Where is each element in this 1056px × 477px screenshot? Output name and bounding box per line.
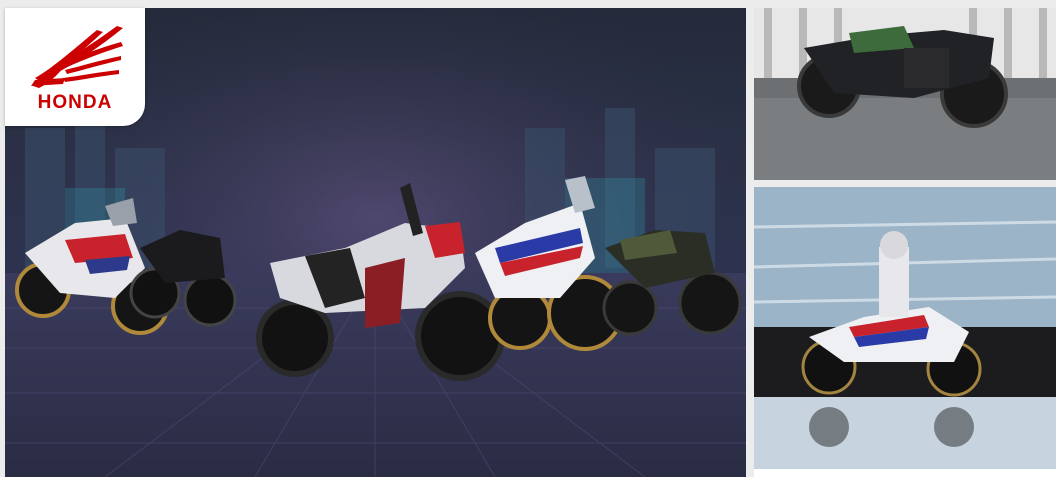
bottom-strip [754, 469, 1056, 477]
honda-logo-text: HONDA [37, 92, 113, 113]
adventure-rider-photo[interactable] [754, 187, 1056, 469]
scrambler-photo[interactable] [754, 8, 1056, 180]
honda-logo[interactable]: HONDA [5, 8, 145, 126]
rider-illustration [754, 187, 1056, 469]
scrambler-illustration [754, 8, 1056, 180]
